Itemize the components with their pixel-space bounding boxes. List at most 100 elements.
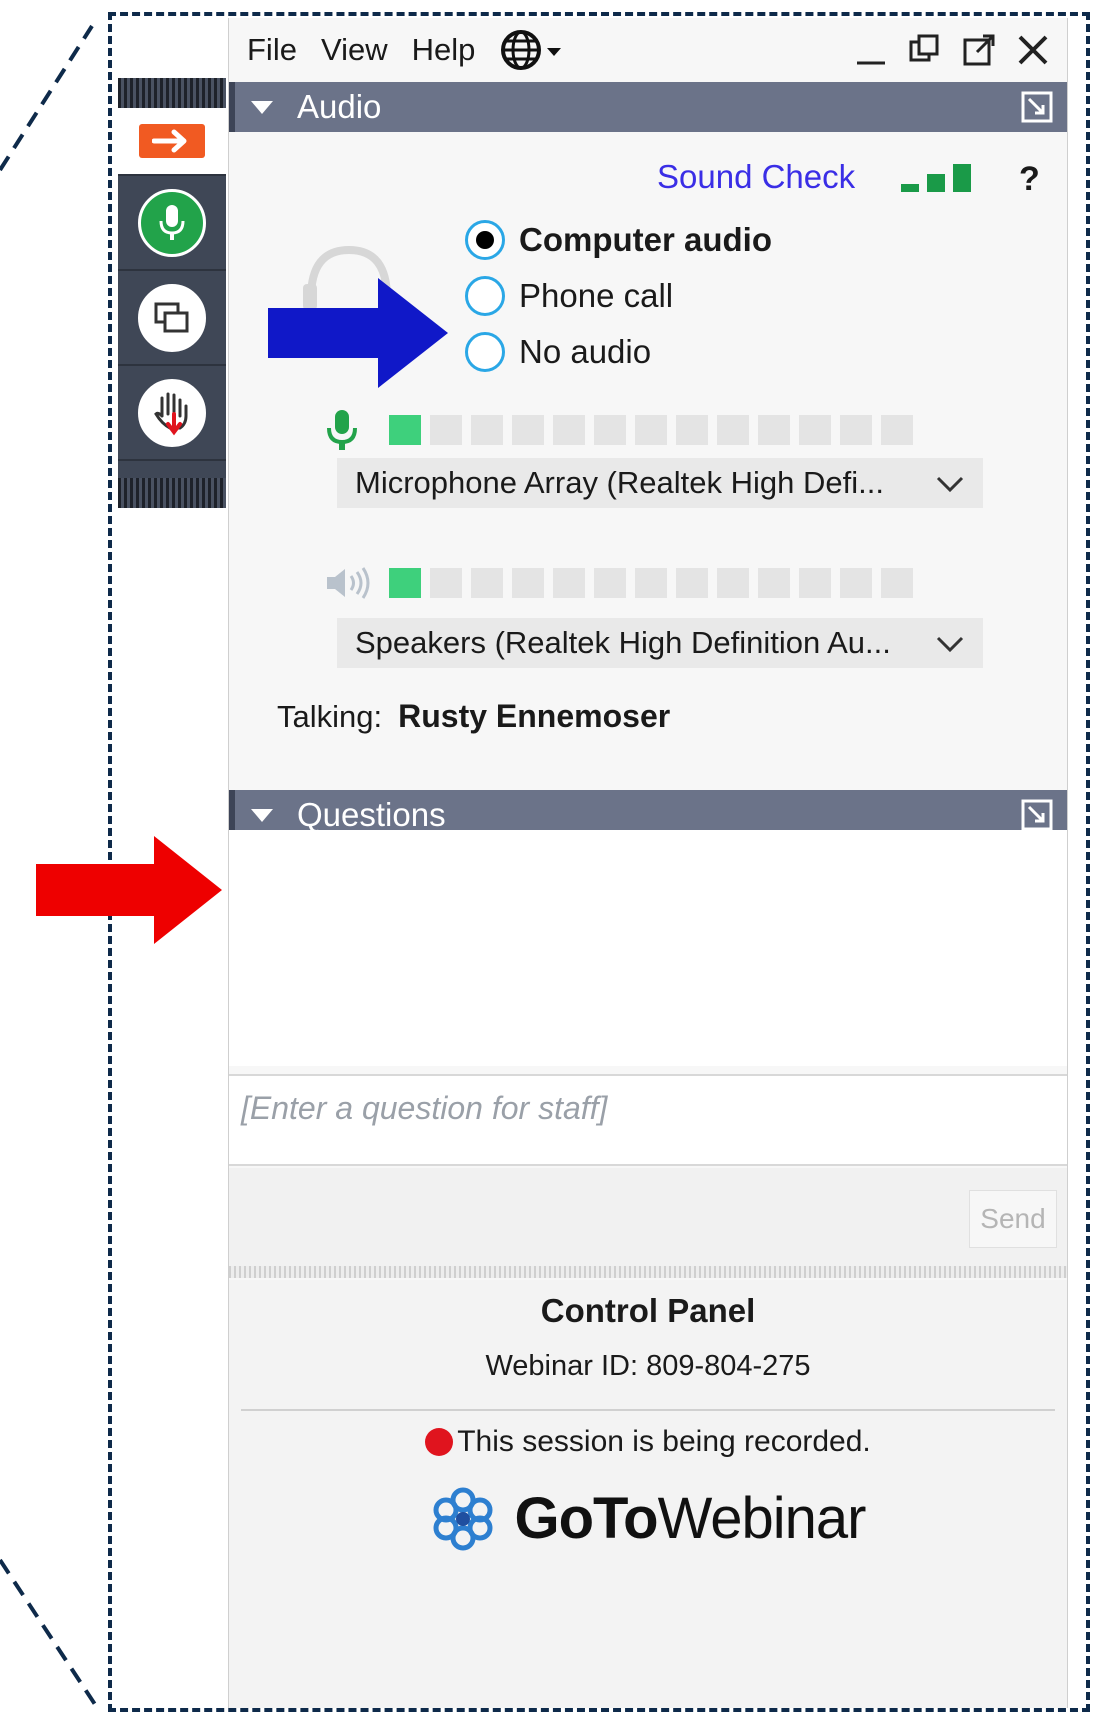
- screen-share-button[interactable]: [118, 271, 226, 366]
- footer-divider: [241, 1409, 1055, 1411]
- menu-view[interactable]: View: [321, 32, 388, 68]
- signal-bars-icon: [901, 164, 971, 192]
- radio-phone-call[interactable]: [465, 276, 505, 316]
- speakers-selected-value: Speakers (Realtek High Definition Au...: [355, 625, 891, 660]
- audio-option-label: Computer audio: [519, 221, 772, 258]
- callout-arrow-blue-icon: [268, 278, 448, 388]
- menu-file[interactable]: File: [247, 32, 297, 68]
- level-cell: [840, 415, 872, 445]
- question-input[interactable]: [Enter a question for staff]: [229, 1074, 1067, 1166]
- raise-hand-button[interactable]: [118, 366, 226, 461]
- mute-microphone-button[interactable]: [118, 176, 226, 271]
- resize-splitter[interactable]: [229, 1266, 1067, 1278]
- send-button[interactable]: Send: [969, 1190, 1057, 1248]
- level-cell: [471, 568, 503, 598]
- control-panel-window: File View Help Audio Sound Check ? Compu…: [228, 18, 1068, 1708]
- level-cell: [594, 415, 626, 445]
- chevron-down-icon: [936, 476, 964, 493]
- microphone-icon: [327, 410, 357, 450]
- level-cell: [758, 568, 790, 598]
- sound-check-link[interactable]: Sound Check: [657, 158, 855, 196]
- collapse-triangle-icon: [251, 100, 273, 114]
- level-cell: [553, 415, 585, 445]
- level-cell: [799, 415, 831, 445]
- close-icon[interactable]: [1015, 32, 1051, 68]
- screen-share-icon: [138, 283, 206, 352]
- restore-icon[interactable]: [907, 32, 943, 68]
- brand-webinar: Webinar: [657, 1486, 867, 1551]
- level-cell: [799, 568, 831, 598]
- popout-icon[interactable]: [1021, 799, 1053, 831]
- menu-help[interactable]: Help: [412, 32, 476, 68]
- audio-option-phone[interactable]: Phone call: [465, 276, 673, 316]
- audio-option-label: No audio: [519, 333, 652, 370]
- level-cell: [881, 415, 913, 445]
- toolbar-grip-bottom[interactable]: [118, 478, 226, 508]
- globe-icon: [501, 30, 562, 70]
- questions-log: [229, 830, 1067, 1066]
- minimize-icon[interactable]: [855, 33, 889, 67]
- level-cell: [389, 415, 421, 445]
- microphone-level-cells: [389, 415, 922, 445]
- level-cell: [553, 568, 585, 598]
- radio-no-audio[interactable]: [465, 332, 505, 372]
- microphone-select[interactable]: Microphone Array (Realtek High Defi...: [337, 458, 983, 508]
- level-cell: [430, 415, 462, 445]
- speaker-level-meter: [325, 566, 922, 600]
- radio-computer-audio[interactable]: [465, 220, 505, 260]
- questions-section-title: Questions: [297, 796, 446, 833]
- level-cell: [676, 568, 708, 598]
- gotowebinar-brand: GoTo Webinar: [229, 1485, 1067, 1552]
- show-hide-panel-button[interactable]: [118, 108, 226, 176]
- brand-goto: GoTo: [514, 1486, 658, 1551]
- level-cell: [430, 568, 462, 598]
- webinar-id: Webinar ID: 809-804-275: [485, 1350, 811, 1382]
- speaker-icon: [327, 567, 370, 599]
- level-cell: [471, 415, 503, 445]
- level-cell: [635, 568, 667, 598]
- popout-icon[interactable]: [1021, 91, 1053, 123]
- talking-label: Talking:: [277, 699, 383, 734]
- gotowebinar-logo-icon: [433, 1487, 493, 1550]
- grab-tab-toolbar: [118, 78, 226, 508]
- control-panel-footer: Control Panel Webinar ID: 809-804-275 Th…: [229, 1280, 1067, 1708]
- level-cell: [676, 415, 708, 445]
- control-panel-title: Control Panel: [540, 1292, 756, 1329]
- level-cell: [881, 568, 913, 598]
- level-cell: [389, 568, 421, 598]
- level-cell: [512, 415, 544, 445]
- level-cell: [594, 568, 626, 598]
- audio-option-label: Phone call: [519, 277, 674, 314]
- level-cell: [635, 415, 667, 445]
- raise-hand-icon: [138, 378, 206, 447]
- audio-option-computer[interactable]: Computer audio: [465, 220, 772, 260]
- level-cell: [512, 568, 544, 598]
- audio-section-title: Audio: [297, 88, 382, 125]
- level-cell: [758, 415, 790, 445]
- talking-indicator: Talking: Rusty Ennemoser: [277, 698, 670, 735]
- microphone-icon: [138, 188, 206, 257]
- audio-option-none[interactable]: No audio: [465, 332, 651, 372]
- speakers-select[interactable]: Speakers (Realtek High Definition Au...: [337, 618, 983, 668]
- level-cell: [717, 415, 749, 445]
- talking-name: Rusty Ennemoser: [398, 698, 671, 734]
- collapse-triangle-icon: [251, 808, 273, 822]
- recording-notice: This session is being recorded.: [229, 1425, 1067, 1459]
- level-cell: [840, 568, 872, 598]
- audio-section-header[interactable]: Audio: [229, 82, 1067, 132]
- recording-text: This session is being recorded.: [457, 1425, 871, 1458]
- popout-icon[interactable]: [961, 32, 997, 68]
- microphone-selected-value: Microphone Array (Realtek High Defi...: [355, 465, 884, 500]
- language-menu[interactable]: [499, 28, 565, 72]
- toolbar-grip[interactable]: [118, 78, 226, 108]
- speaker-level-cells: [389, 568, 922, 598]
- chevron-down-icon: [936, 636, 964, 653]
- send-area: Send: [229, 1168, 1067, 1268]
- microphone-level-meter: [325, 408, 922, 452]
- recording-dot-icon: [425, 1428, 454, 1456]
- menu-bar: File View Help: [229, 18, 1067, 82]
- callout-arrow-red-icon: [36, 836, 222, 944]
- arrow-right-icon: [139, 124, 205, 158]
- audio-help-button[interactable]: ?: [1019, 160, 1040, 199]
- level-cell: [717, 568, 749, 598]
